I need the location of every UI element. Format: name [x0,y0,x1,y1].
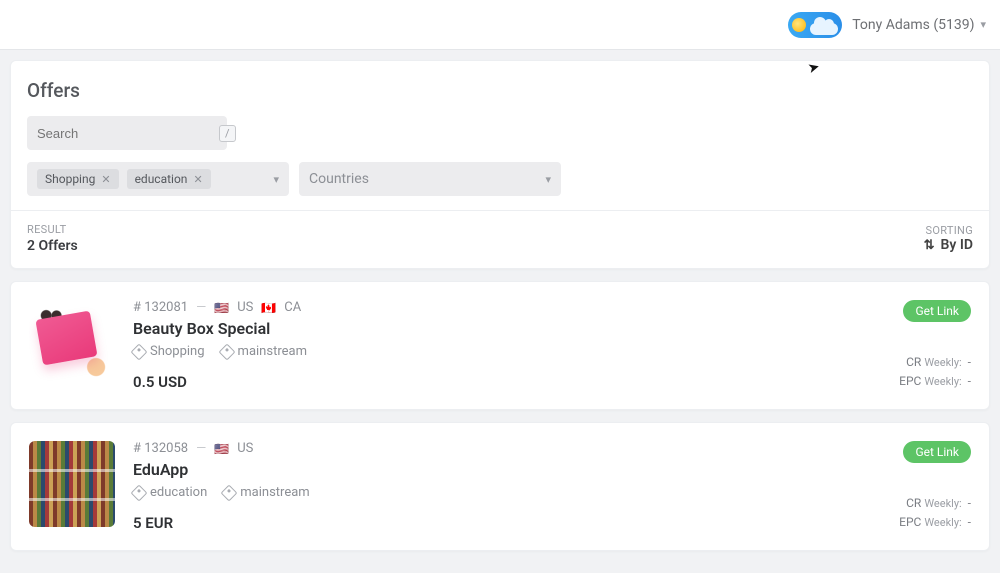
offer-id: # 132081 [133,300,188,315]
top-bar: Tony Adams (5139) ▾ [0,0,1000,50]
page-title: Offers [27,79,973,102]
flag-icon: 🇺🇸 [214,442,229,456]
offer-thumbnail [29,441,115,527]
tag-icon [131,343,148,360]
filter-chip-label: education [135,172,188,186]
epc-period: Weekly: [924,375,961,388]
epc-period: Weekly: [924,516,961,529]
offer-main: # 132058 — 🇺🇸 US EduApp education mainst… [133,441,803,532]
filter-chip-label: Shopping [45,172,95,186]
search-input[interactable] [37,126,213,141]
offer-tag-label: mainstream [238,344,307,359]
country-code: US [237,441,253,456]
offer-card[interactable]: # 132058 — 🇺🇸 US EduApp education mainst… [10,422,990,551]
search-field[interactable]: / [27,116,227,150]
offer-tag: Shopping [133,344,205,359]
tag-icon [218,343,235,360]
cr-value: - [968,496,971,510]
user-label: Tony Adams (5139) [852,17,974,33]
offer-title: EduApp [133,460,803,479]
offer-main: # 132081 — 🇺🇸 US 🇨🇦 CA Beauty Box Specia… [133,300,803,391]
cr-value: - [968,355,971,369]
offer-tag: mainstream [221,344,307,359]
close-icon[interactable]: ✕ [101,173,110,186]
chevron-down-icon: ▾ [273,173,279,186]
get-link-button[interactable]: Get Link [903,300,971,322]
countries-filter[interactable]: Countries ▾ [299,162,561,196]
offer-title: Beauty Box Special [133,319,803,338]
offer-tag-label: mainstream [240,485,309,500]
offer-tag: mainstream [223,485,309,500]
offer-tag-label: education [150,485,207,500]
sorting-control[interactable]: SORTING ⇅ By ID [924,224,973,254]
summary-bar: RESULT 2 Offers SORTING ⇅ By ID [11,210,989,268]
sun-icon [792,18,806,32]
tags-filter[interactable]: Shopping ✕ education ✕ ▾ [27,162,289,196]
user-menu[interactable]: Tony Adams (5139) ▾ [852,17,986,33]
chevron-down-icon: ▾ [545,173,551,186]
epc-value: - [968,515,971,529]
country-code: CA [284,300,301,315]
cr-period: Weekly: [924,356,961,369]
result-value: 2 Offers [27,238,78,254]
sorting-value: By ID [941,237,973,253]
offer-thumbnail [29,300,115,386]
offer-tag: education [133,485,207,500]
offer-payout: 5 EUR [133,514,803,532]
epc-value: - [968,374,971,388]
offer-stats: CR Weekly: - EPC Weekly: - [899,353,971,391]
theme-toggle[interactable] [788,12,842,38]
flag-icon: 🇺🇸 [214,301,229,315]
flag-icon: 🇨🇦 [261,301,276,315]
filter-chip[interactable]: education ✕ [127,169,211,189]
offer-stats: CR Weekly: - EPC Weekly: - [899,494,971,532]
tag-icon [131,484,148,501]
page-body: Offers / Shopping ✕ education ✕ ▾ [0,50,1000,573]
offer-id: # 132058 [133,441,188,456]
sorting-label: SORTING [924,224,973,237]
tag-icon [221,484,238,501]
filter-chip[interactable]: Shopping ✕ [37,169,119,189]
get-link-button[interactable]: Get Link [903,441,971,463]
cr-label: CR [906,355,921,369]
search-shortcut-hint: / [219,125,236,142]
epc-label: EPC [899,374,921,388]
cr-label: CR [906,496,921,510]
cr-period: Weekly: [924,497,961,510]
epc-label: EPC [899,515,921,529]
offer-tag-label: Shopping [150,344,205,359]
result-label: RESULT [27,223,78,236]
offers-panel: Offers / Shopping ✕ education ✕ ▾ [10,60,990,269]
offer-card[interactable]: # 132081 — 🇺🇸 US 🇨🇦 CA Beauty Box Specia… [10,281,990,410]
cloud-icon [810,23,838,35]
separator: — [196,441,206,456]
country-code: US [237,300,253,315]
countries-placeholder: Countries [309,171,369,187]
close-icon[interactable]: ✕ [193,173,202,186]
offer-payout: 0.5 USD [133,373,803,391]
chevron-down-icon: ▾ [980,18,986,31]
sort-icon: ⇅ [924,238,935,253]
separator: — [196,300,206,315]
